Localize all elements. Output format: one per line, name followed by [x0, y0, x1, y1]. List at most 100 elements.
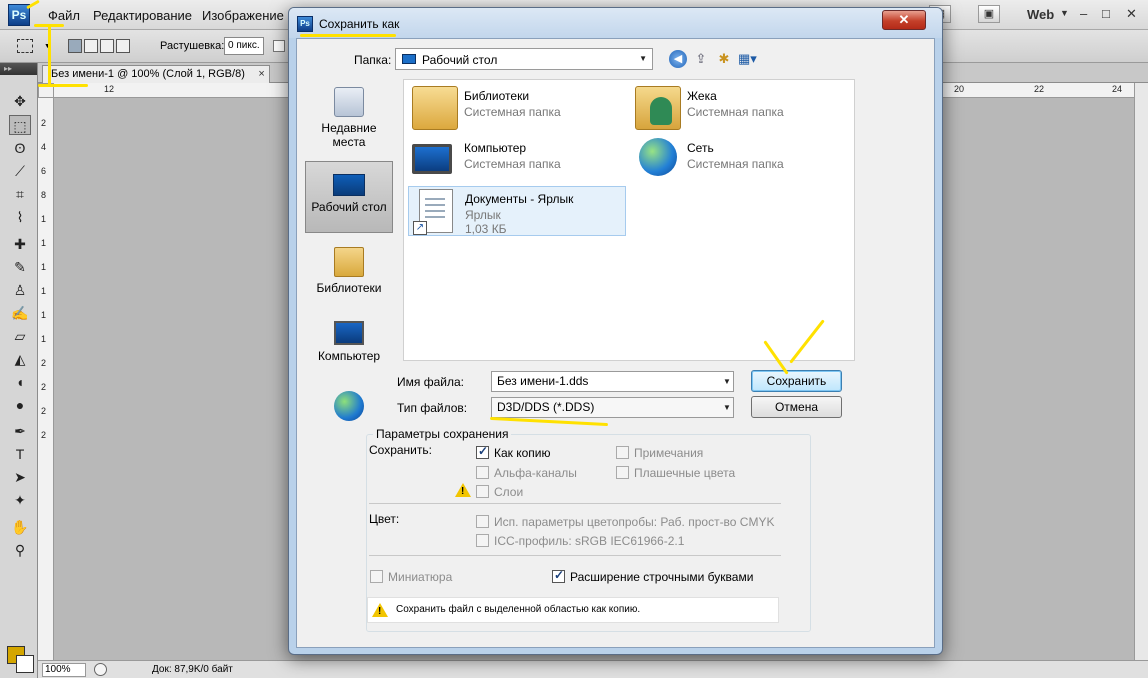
- place-desktop[interactable]: Рабочий стол: [305, 161, 393, 233]
- clone-stamp-tool-icon[interactable]: ♙: [9, 280, 31, 300]
- place-libraries[interactable]: Библиотеки: [305, 243, 393, 309]
- ruler-tick-label: 24: [1112, 84, 1123, 94]
- proof-setup-checkbox[interactable]: [476, 515, 489, 528]
- brush-tool-icon[interactable]: ✎: [9, 257, 31, 277]
- save-button[interactable]: Сохранить: [751, 370, 842, 392]
- dodge-tool-icon[interactable]: ●: [9, 395, 31, 415]
- chevron-down-icon: ▼: [639, 54, 647, 63]
- file-item[interactable]: Компьютер Системная папка: [408, 136, 626, 186]
- toolbox-grip[interactable]: ▸▸: [0, 63, 37, 75]
- history-brush-tool-icon[interactable]: ✍: [9, 303, 31, 323]
- rect-marquee-icon[interactable]: [17, 39, 33, 53]
- view-menu-icon[interactable]: ▦▾: [738, 50, 757, 68]
- alpha-channels-label: Альфа-каналы: [494, 466, 577, 480]
- add-selection-icon[interactable]: [84, 39, 98, 53]
- move-tool-icon[interactable]: ✥: [9, 91, 31, 111]
- ruler-tick-label: 1: [41, 286, 47, 296]
- workspace-switcher[interactable]: Web: [1027, 7, 1054, 22]
- file-item[interactable]: Сеть Системная папка: [631, 136, 849, 186]
- file-name: Жека: [687, 89, 717, 103]
- as-copy-checkbox[interactable]: [476, 444, 489, 459]
- filename-input[interactable]: Без имени-1.dds: [491, 371, 734, 392]
- ruler-tick-label: 22: [1034, 84, 1045, 94]
- anti-alias-checkbox[interactable]: [273, 40, 285, 52]
- healing-brush-tool-icon[interactable]: ✚: [9, 234, 31, 254]
- spot-colors-checkbox[interactable]: [616, 466, 629, 479]
- lasso-tool-icon[interactable]: ʘ: [9, 138, 31, 158]
- annotation-stroke: [38, 84, 88, 87]
- screen-mode-icon[interactable]: ▣: [978, 5, 1000, 23]
- document-tab[interactable]: Без имени-1 @ 100% (Слой 1, RGB/8) ×: [42, 65, 270, 83]
- blur-tool-icon[interactable]: ◖: [9, 372, 31, 392]
- folder-label: Папка:: [354, 53, 392, 67]
- icc-profile-checkbox[interactable]: [476, 534, 489, 547]
- ruler-tick-label: 2: [41, 382, 47, 392]
- notes-checkbox[interactable]: [616, 446, 629, 459]
- file-name: Документы - Ярлык: [465, 192, 574, 206]
- cancel-button[interactable]: Отмена: [751, 396, 842, 418]
- magic-wand-tool-icon[interactable]: ⟋: [9, 161, 31, 181]
- maximize-icon[interactable]: □: [1102, 6, 1110, 21]
- layers-checkbox[interactable]: [476, 485, 489, 498]
- ruler-tick-label: 20: [954, 84, 965, 94]
- folder-select[interactable]: Рабочий стол ▼: [395, 48, 653, 70]
- path-selection-tool-icon[interactable]: ➤: [9, 467, 31, 487]
- zoom-tool-icon[interactable]: ⚲: [9, 540, 31, 560]
- filename-label: Имя файла:: [397, 375, 464, 389]
- dialog-close-button[interactable]: ✕: [882, 10, 926, 30]
- pen-tool-icon[interactable]: ✒: [9, 421, 31, 441]
- thumbnail-checkbox[interactable]: [370, 570, 383, 583]
- file-name: Компьютер: [464, 141, 527, 155]
- subtract-selection-icon[interactable]: [100, 39, 114, 53]
- paint-bucket-tool-icon[interactable]: ◭: [9, 349, 31, 369]
- new-selection-icon[interactable]: [68, 39, 82, 53]
- menu-edit[interactable]: Редактирование: [93, 8, 192, 23]
- libraries-icon: [334, 247, 364, 277]
- status-bar: 100% Док: 87,9K/0 байт: [38, 660, 1148, 678]
- marquee-tool-icon[interactable]: ⬚: [9, 115, 31, 135]
- place-network[interactable]: [305, 389, 393, 429]
- hand-tool-icon[interactable]: ✋: [9, 517, 31, 537]
- ruler-tick-label: 2: [41, 430, 47, 440]
- new-folder-icon[interactable]: ✱: [715, 50, 733, 68]
- warning-mark: !: [461, 486, 465, 497]
- menu-image[interactable]: Изображение: [202, 8, 284, 23]
- file-item[interactable]: Жека Системная папка: [631, 84, 849, 134]
- up-folder-icon[interactable]: ⇪: [692, 50, 710, 68]
- background-color-swatch[interactable]: [16, 655, 34, 673]
- place-label: Недавние места: [321, 121, 377, 149]
- tab-close-icon[interactable]: ×: [258, 66, 264, 83]
- save-options-title: Параметры сохранения: [373, 427, 512, 441]
- type-tool-icon[interactable]: T: [9, 444, 31, 464]
- filetype-select[interactable]: D3D/DDS (*.DDS): [491, 397, 734, 418]
- separator: [369, 503, 781, 504]
- places-bar: Недавние места Рабочий стол Библиотеки К…: [305, 79, 393, 461]
- file-list[interactable]: Библиотеки Системная папка Жека Системна…: [403, 79, 855, 361]
- file-item[interactable]: Библиотеки Системная папка: [408, 84, 626, 134]
- file-size: 1,03 КБ: [465, 222, 507, 236]
- network-icon: [639, 138, 677, 176]
- shape-tool-icon[interactable]: ✦: [9, 490, 31, 510]
- file-item[interactable]: ↗ Документы - Ярлык Ярлык 1,03 КБ: [408, 186, 626, 236]
- shortcut-arrow-icon: ↗: [413, 221, 427, 235]
- status-info-icon[interactable]: [94, 663, 107, 676]
- ruler-tick-label: 12: [104, 84, 115, 94]
- eraser-tool-icon[interactable]: ▱: [9, 326, 31, 346]
- place-computer[interactable]: Компьютер: [305, 317, 393, 383]
- zoom-level-field[interactable]: 100%: [42, 663, 86, 677]
- thumbnail-label: Миниатюра: [388, 570, 453, 584]
- crop-tool-icon[interactable]: ⌗: [9, 184, 31, 204]
- alpha-channels-checkbox[interactable]: [476, 466, 489, 479]
- intersect-selection-icon[interactable]: [116, 39, 130, 53]
- filetype-label: Тип файлов:: [397, 401, 468, 415]
- menu-file[interactable]: Файл: [48, 8, 80, 23]
- back-icon[interactable]: ◀: [669, 50, 687, 68]
- place-recent[interactable]: Недавние места: [305, 83, 393, 153]
- eyedropper-tool-icon[interactable]: ⌇: [9, 207, 31, 227]
- vertical-scrollbar[interactable]: [1134, 83, 1148, 660]
- lowercase-extension-checkbox[interactable]: [552, 568, 565, 583]
- close-icon[interactable]: ✕: [1126, 6, 1137, 22]
- layers-label: Слои: [494, 485, 524, 499]
- minimize-icon[interactable]: –: [1080, 6, 1087, 21]
- feather-input[interactable]: 0 пикс.: [224, 37, 264, 55]
